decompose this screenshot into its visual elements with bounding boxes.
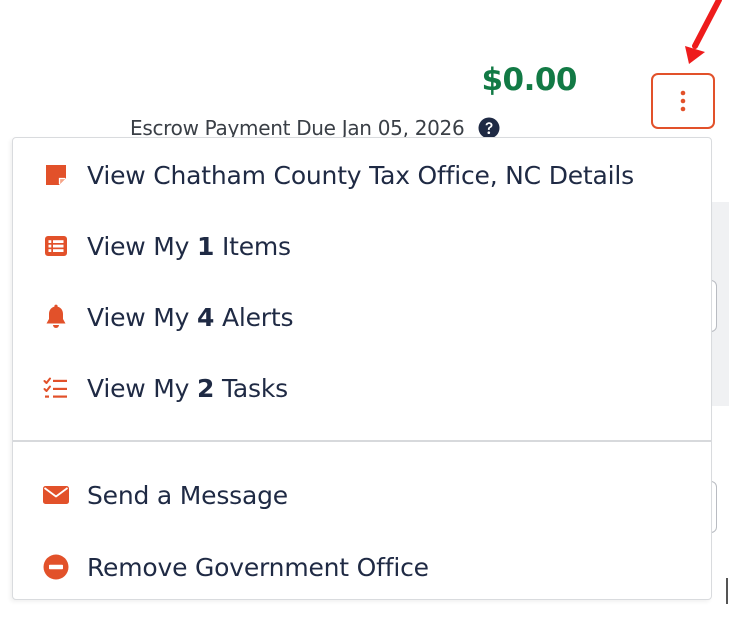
menu-item-label: Send a Message: [87, 480, 288, 510]
menu-item-label: Remove Government Office: [87, 552, 429, 582]
question-circle-icon[interactable]: [478, 117, 500, 139]
bell-icon: [42, 303, 70, 331]
task-list-icon: [42, 374, 70, 402]
more-options-button[interactable]: [651, 73, 715, 129]
balance-amount: $0.00: [481, 62, 577, 98]
background-edge: [726, 578, 728, 604]
menu-item-view-tasks[interactable]: View My 2 Tasks: [13, 363, 711, 413]
note-icon: [42, 161, 70, 189]
vertical-ellipsis-icon: [680, 90, 686, 112]
list-icon: [42, 232, 70, 260]
menu-item-label: View My 4 Alerts: [87, 302, 294, 332]
minus-circle-icon: [42, 553, 70, 581]
items-count: 1: [197, 231, 215, 261]
tasks-count: 2: [197, 373, 215, 403]
menu-item-view-details[interactable]: View Chatham County Tax Office, NC Detai…: [13, 150, 711, 200]
menu-item-send-message[interactable]: Send a Message: [13, 470, 711, 520]
options-dropdown-menu: View Chatham County Tax Office, NC Detai…: [12, 137, 712, 600]
alerts-count: 4: [197, 302, 215, 332]
menu-item-label: View Chatham County Tax Office, NC Detai…: [87, 160, 634, 190]
menu-divider: [13, 440, 711, 442]
menu-item-view-items[interactable]: View My 1 Items: [13, 221, 711, 271]
menu-item-view-alerts[interactable]: View My 4 Alerts: [13, 292, 711, 342]
annotation-arrow: [685, 0, 722, 64]
menu-item-label: View My 2 Tasks: [87, 373, 288, 403]
menu-item-remove-office[interactable]: Remove Government Office: [13, 542, 711, 592]
menu-item-label: View My 1 Items: [87, 231, 291, 261]
envelope-icon: [42, 481, 70, 509]
